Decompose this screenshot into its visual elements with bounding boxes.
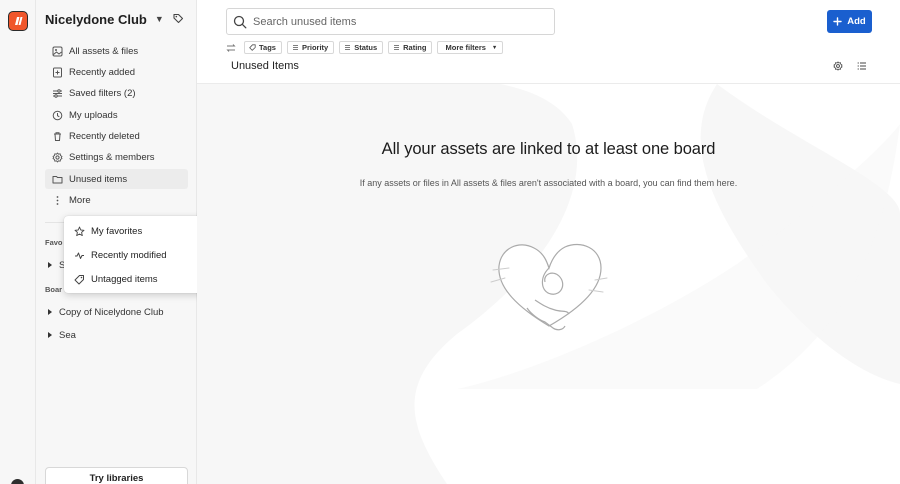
- empty-state-subtitle: If any assets or files in All assets & f…: [359, 178, 738, 188]
- menu-item-label: Untagged items: [91, 273, 158, 285]
- gear-icon: [51, 152, 63, 164]
- star-icon: [73, 225, 85, 237]
- filter-rating[interactable]: Rating: [388, 41, 433, 54]
- favorites-item[interactable]: S: [45, 257, 65, 273]
- view-controls: [833, 61, 867, 71]
- help-icon[interactable]: [11, 479, 24, 484]
- filter-lines-icon: [51, 88, 63, 100]
- board-item-label: Copy of Nicelydone Club: [59, 306, 164, 318]
- heart-hands-illustration: [490, 243, 608, 331]
- sidebar-item-label: Recently added: [69, 66, 136, 78]
- boards-section-label: Boar: [45, 285, 63, 294]
- lines-icon: [292, 45, 298, 50]
- try-libraries-button[interactable]: Try libraries: [45, 467, 188, 484]
- main-content: Add Tags Priority Status Rating More fil…: [197, 0, 900, 484]
- lines-icon: [394, 45, 400, 50]
- sidebar-item-label: All assets & files: [69, 45, 139, 57]
- sidebar-item-label: More: [69, 195, 91, 207]
- empty-state-title: All your assets are linked to at least o…: [381, 140, 716, 158]
- page-title: Unused Items: [231, 60, 299, 72]
- search-bar[interactable]: [226, 8, 555, 35]
- workspace-name: Nicelydone Club: [45, 11, 147, 27]
- sidebar-item-label: Saved filters (2): [69, 88, 136, 100]
- sidebar-item-settings[interactable]: Settings & members: [45, 148, 188, 168]
- swap-arrows-icon[interactable]: [226, 43, 236, 53]
- filter-more[interactable]: More filters ▼: [437, 41, 504, 54]
- search-icon: [233, 15, 247, 28]
- sidebar-item-my-uploads[interactable]: My uploads: [45, 105, 188, 125]
- chevron-down-icon: ▼: [154, 14, 164, 24]
- menu-item-my-favorites[interactable]: My favorites: [64, 219, 207, 243]
- tag-outline-icon[interactable]: [172, 12, 184, 24]
- filter-bar: Tags Priority Status Rating More filters…: [226, 41, 504, 54]
- sidebar-item-recently-deleted[interactable]: Recently deleted: [45, 127, 188, 147]
- app-logo[interactable]: [8, 11, 28, 31]
- sidebar-item-label: My uploads: [69, 109, 118, 121]
- board-item-label: Sea: [59, 329, 76, 341]
- sidebar-item-label: Settings & members: [69, 152, 155, 164]
- more-vertical-icon: [51, 195, 63, 207]
- sidebar-item-more[interactable]: More: [45, 191, 188, 211]
- caret-right-icon: [48, 262, 52, 268]
- add-button-label: Add: [847, 16, 866, 27]
- folder-icon: [51, 173, 63, 185]
- filter-priority[interactable]: Priority: [286, 41, 335, 54]
- list-view-icon[interactable]: [857, 61, 867, 71]
- more-menu: My favorites Recently modified Untagged …: [64, 216, 207, 293]
- stack-icon: [51, 45, 63, 57]
- menu-item-label: My favorites: [91, 225, 143, 237]
- sidebar-nav: All assets & files Recently added Saved …: [45, 41, 188, 212]
- sidebar-item-label: Recently deleted: [69, 131, 140, 143]
- logo-mark-icon: [15, 17, 23, 25]
- sidebar-item-all-assets[interactable]: All assets & files: [45, 41, 188, 61]
- filter-label: Rating: [403, 43, 427, 52]
- filter-label: Tags: [259, 43, 276, 52]
- lines-icon: [345, 45, 351, 50]
- gear-icon[interactable]: [833, 61, 843, 71]
- board-item[interactable]: Sea: [45, 327, 76, 343]
- header-divider: [197, 83, 900, 84]
- tag-icon: [73, 273, 85, 285]
- chevron-down-icon: ▼: [491, 44, 498, 51]
- board-item[interactable]: Copy of Nicelydone Club: [45, 304, 164, 320]
- plus-square-icon: [51, 66, 63, 78]
- filter-status[interactable]: Status: [339, 41, 384, 54]
- filter-label: More filters: [445, 43, 486, 52]
- plus-icon: [833, 17, 842, 26]
- activity-icon: [73, 249, 85, 261]
- menu-item-label: Recently modified: [91, 249, 167, 261]
- caret-right-icon: [48, 332, 52, 338]
- filter-label: Status: [354, 43, 378, 52]
- menu-item-recently-modified[interactable]: Recently modified: [64, 243, 207, 267]
- favorites-section-label: Favo: [45, 238, 63, 247]
- tag-icon: [249, 44, 256, 51]
- clock-icon: [51, 109, 63, 121]
- add-button[interactable]: Add: [827, 10, 872, 33]
- filter-tags[interactable]: Tags: [244, 41, 282, 54]
- sidebar-item-label: Unused items: [69, 173, 128, 185]
- sidebar-item-saved-filters[interactable]: Saved filters (2): [45, 84, 188, 104]
- workspace-switcher[interactable]: Nicelydone Club ▼: [45, 9, 164, 29]
- search-input[interactable]: [253, 15, 533, 28]
- sidebar-item-recently-added[interactable]: Recently added: [45, 62, 188, 82]
- app-rail: [0, 0, 36, 484]
- sidebar-item-unused-items[interactable]: Unused items: [45, 169, 188, 190]
- caret-right-icon: [48, 309, 52, 315]
- menu-item-untagged-items[interactable]: Untagged items: [64, 267, 207, 291]
- trash-icon: [51, 131, 63, 143]
- filter-label: Priority: [301, 43, 329, 52]
